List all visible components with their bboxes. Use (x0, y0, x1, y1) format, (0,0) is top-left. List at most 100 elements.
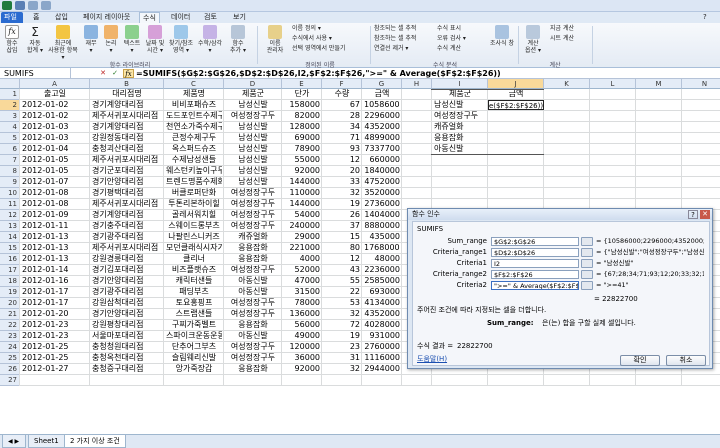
column-title-cell[interactable]: 단가 (283, 89, 321, 99)
table-cell[interactable]: 2736000 (364, 199, 400, 209)
table-cell[interactable]: 2012-01-23 (22, 331, 88, 341)
row-header[interactable]: 13 (0, 221, 20, 232)
table-cell[interactable]: 15 (324, 232, 360, 242)
table-cell[interactable]: 49000 (284, 331, 320, 341)
insert-function-button[interactable]: fx 함수 삽입 (2, 25, 22, 54)
table-cell[interactable]: 캐릭터샌들 (166, 276, 222, 286)
table-cell[interactable]: 221000 (284, 243, 320, 253)
table-cell[interactable]: 693000 (364, 287, 400, 297)
table-cell[interactable]: 56000 (284, 320, 320, 330)
table-cell[interactable]: 구찌가죽벨트 (166, 320, 222, 330)
table-cell[interactable]: 아동신발 (226, 276, 280, 286)
table-cell[interactable]: 20 (324, 166, 360, 176)
row-header[interactable]: 5 (0, 133, 20, 144)
row-header[interactable]: 24 (0, 342, 20, 353)
enter-icon[interactable]: ✓ (110, 69, 120, 78)
tab-formulas[interactable]: 수식 (139, 12, 160, 23)
table-cell[interactable]: 2585000 (364, 276, 400, 286)
row-header[interactable]: 9 (0, 177, 20, 188)
table-cell[interactable]: 67 (324, 100, 360, 110)
table-cell[interactable]: 55 (324, 276, 360, 286)
table-cell[interactable]: 2012-01-17 (22, 287, 88, 297)
dialog-close-icon[interactable]: ✕ (700, 210, 710, 219)
table-cell[interactable]: 17680000 (364, 243, 400, 253)
table-cell[interactable]: 54000 (284, 210, 320, 220)
arg-input[interactable]: $F$2:$F$26 (491, 270, 579, 279)
table-cell[interactable]: 2012-01-03 (22, 133, 88, 143)
column-header[interactable]: J (488, 79, 544, 89)
calculate-sheet-button[interactable]: 시트 계산 (550, 35, 574, 43)
table-cell[interactable]: 여성정장구두 (226, 298, 280, 308)
row-header[interactable]: 4 (0, 122, 20, 133)
table-cell[interactable]: 2012-01-04 (22, 144, 88, 154)
row-header[interactable]: 15 (0, 243, 20, 254)
table-cell[interactable]: 단추어그부츠 (166, 342, 222, 352)
table-cell[interactable]: 서울마포대리점 (92, 331, 162, 341)
table-cell[interactable]: 경기계양대리점 (92, 100, 162, 110)
table-cell[interactable]: 응용잡화 (226, 254, 280, 264)
table-cell[interactable]: 경기계양대리점 (92, 122, 162, 132)
table-cell[interactable]: 제주서귀포시대리점 (92, 111, 162, 121)
table-cell[interactable]: 32 (324, 309, 360, 319)
row-header[interactable]: 17 (0, 265, 20, 276)
cancel-icon[interactable]: ✕ (98, 69, 108, 78)
table-cell[interactable]: 경기광주대리점 (92, 287, 162, 297)
table-cell[interactable]: 웨스턴키높이구두 (166, 166, 222, 176)
table-cell[interactable]: 32 (324, 364, 360, 374)
table-cell[interactable]: 158000 (284, 100, 320, 110)
table-cell[interactable]: 34 (324, 122, 360, 132)
table-cell[interactable]: 2012-01-20 (22, 309, 88, 319)
column-title-cell[interactable]: 수량 (323, 89, 361, 99)
table-cell[interactable]: 여성정장구두 (226, 265, 280, 275)
table-cell[interactable]: 충청청원대리점 (92, 342, 162, 352)
table-cell[interactable]: 19 (324, 199, 360, 209)
table-cell[interactable]: 2012-01-25 (22, 342, 88, 352)
table-cell[interactable]: 2012-01-02 (22, 111, 88, 121)
more-functions-button[interactable]: 함수 추가 ▾ (227, 25, 249, 54)
table-cell[interactable]: 스웨이드롱부츠 (166, 221, 222, 231)
arg-input[interactable]: $D$2:$D$26 (491, 248, 579, 257)
table-cell[interactable]: 경기안양대리점 (92, 309, 162, 319)
row-header[interactable]: 20 (0, 298, 20, 309)
table-cell[interactable]: 52000 (284, 265, 320, 275)
table-cell[interactable]: 4134000 (364, 298, 400, 308)
table-cell[interactable]: 2012-01-25 (22, 353, 88, 363)
table-cell[interactable]: 강원정동대리점 (92, 133, 162, 143)
table-cell[interactable]: 1116000 (364, 353, 400, 363)
table-cell[interactable]: 4752000 (364, 177, 400, 187)
row-header[interactable]: 8 (0, 166, 20, 177)
column-title-cell[interactable]: 금액 (363, 89, 401, 99)
table-cell[interactable]: 71 (324, 133, 360, 143)
column-header[interactable]: L (590, 79, 636, 89)
calculation-options-button[interactable]: 계산 옵션 ▾ (522, 25, 544, 54)
table-cell[interactable]: 응용잡화 (226, 243, 280, 253)
table-cell[interactable]: 트렌드명품수제화 (166, 177, 222, 187)
table-cell[interactable]: 패딩부츠 (166, 287, 222, 297)
table-cell[interactable]: 도드포인트수제구두 (166, 111, 222, 121)
table-cell[interactable]: 80 (324, 243, 360, 253)
table-cell[interactable]: 31 (324, 353, 360, 363)
column-header[interactable]: E (282, 79, 322, 89)
tab-home[interactable]: 홈 (30, 12, 42, 23)
table-cell[interactable]: 53 (324, 298, 360, 308)
collapse-dialog-icon[interactable] (581, 281, 593, 290)
row-header[interactable]: 14 (0, 232, 20, 243)
active-cell[interactable]: e($F$2:$F$26)) (488, 100, 544, 110)
help-icon[interactable]: ? (700, 12, 710, 23)
table-cell[interactable]: 여성정장구두 (226, 188, 280, 198)
table-cell[interactable]: 캐쥬얼화 (226, 232, 280, 242)
dialog-help-icon[interactable]: ? (688, 210, 698, 219)
table-cell[interactable]: 남성신발 (226, 166, 280, 176)
table-cell[interactable]: 여성정장구두 (226, 353, 280, 363)
cancel-button[interactable]: 취소 (666, 355, 706, 366)
table-cell[interactable]: 아동신발 (226, 331, 280, 341)
table-cell[interactable]: 남성신발 (226, 155, 280, 165)
table-cell[interactable]: 2012-01-11 (22, 221, 88, 231)
table-cell[interactable]: 클리너 (166, 254, 222, 264)
table-cell[interactable]: 경기김포대리점 (92, 265, 162, 275)
column-header[interactable]: C (164, 79, 224, 89)
table-cell[interactable]: 경기평택대리점 (92, 188, 162, 198)
table-cell[interactable]: 강원경릉대리점 (92, 254, 162, 264)
table-cell[interactable]: 4899000 (364, 133, 400, 143)
table-cell[interactable]: 144000 (284, 177, 320, 187)
